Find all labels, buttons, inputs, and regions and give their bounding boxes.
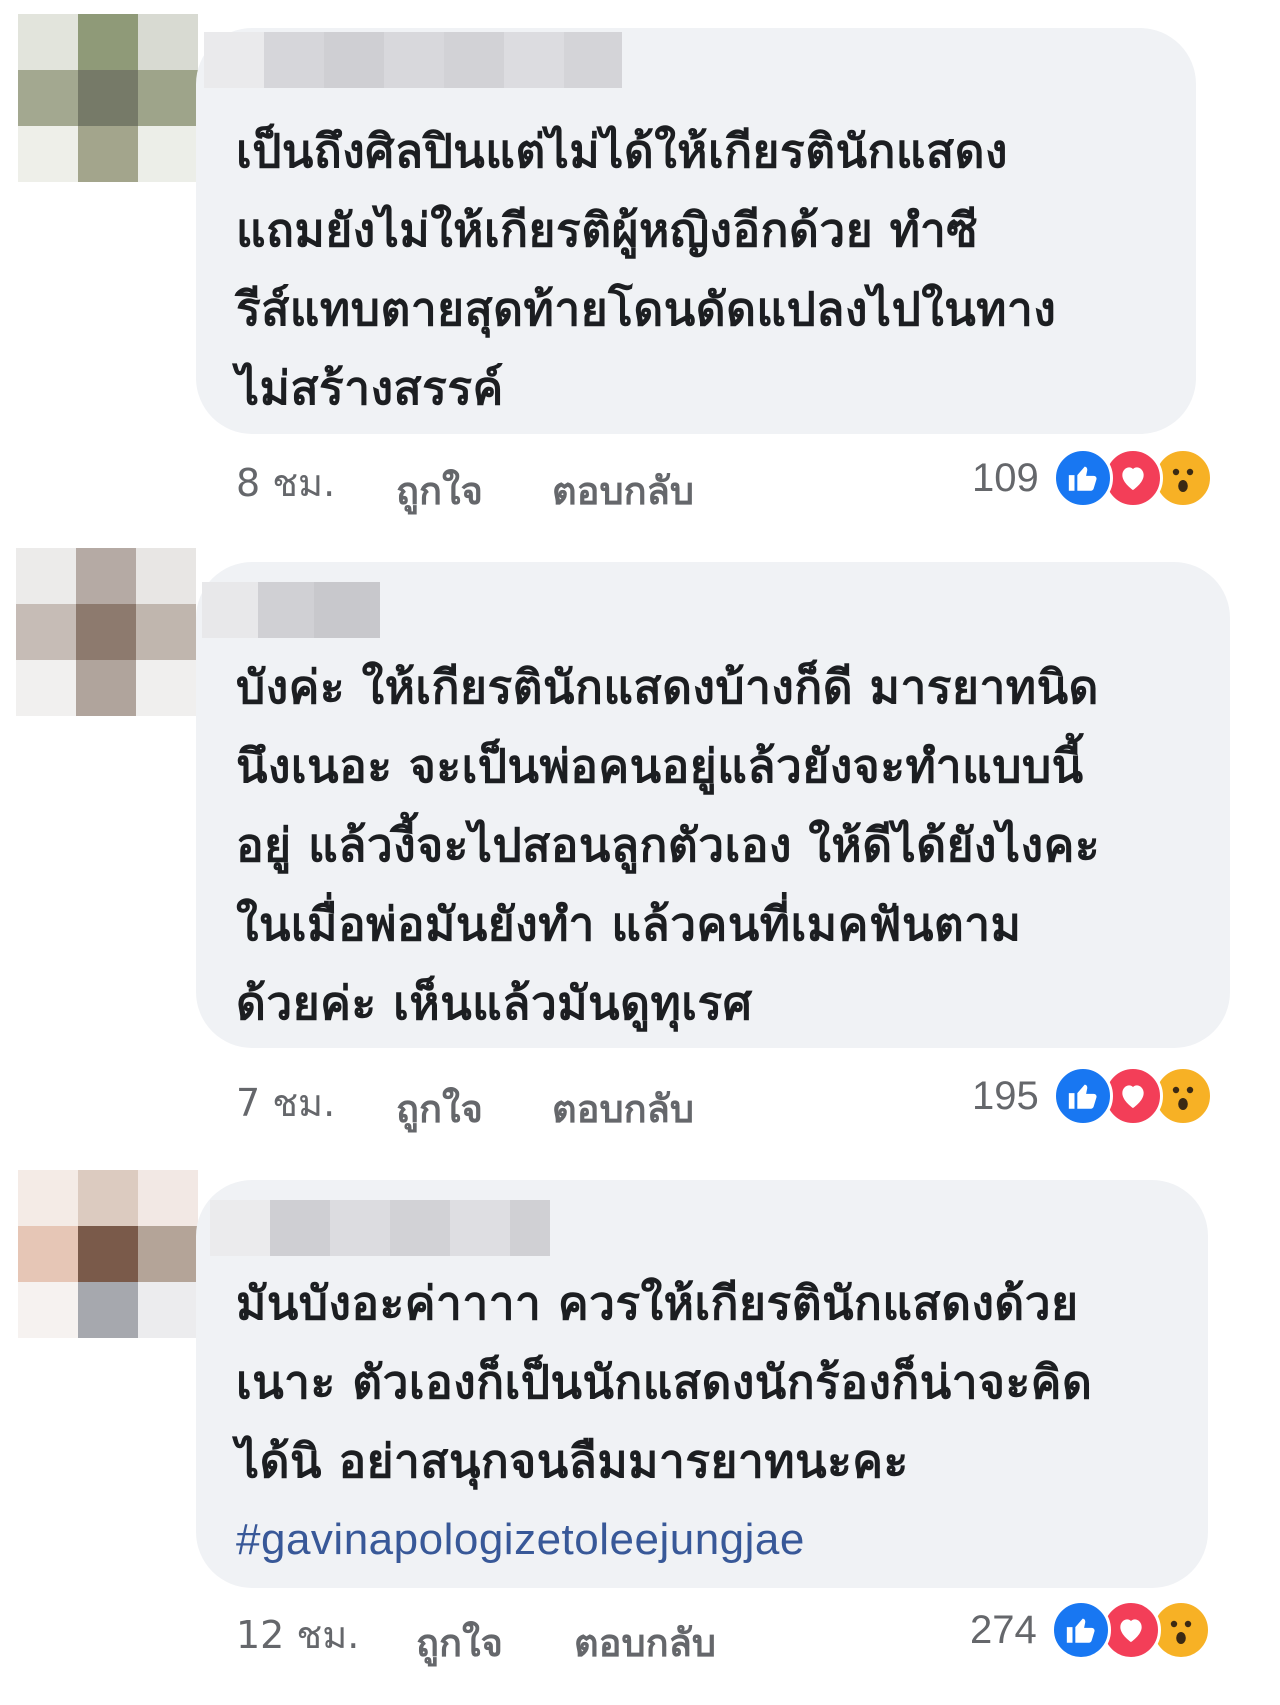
like-button[interactable]: ถูกใจ bbox=[396, 1078, 483, 1139]
reactions-summary[interactable]: 274 bbox=[970, 1600, 1211, 1660]
comment-timestamp[interactable]: 8 ชม. bbox=[236, 452, 335, 513]
avatar[interactable] bbox=[18, 1170, 198, 1338]
like-icon bbox=[1052, 448, 1113, 508]
reply-button[interactable]: ตอบกลับ bbox=[552, 1078, 694, 1139]
comment-text: มันบังอะค่าาาา ควรให้เกียรตินักแสดงด้วย … bbox=[236, 1276, 1093, 1488]
hashtag-link[interactable]: #gavinapologizetoleejungjae bbox=[236, 1500, 805, 1579]
comment-timestamp[interactable]: 7 ชม. bbox=[236, 1072, 335, 1133]
reply-button[interactable]: ตอบกลับ bbox=[552, 460, 694, 521]
commenter-name[interactable] bbox=[210, 1200, 550, 1256]
reaction-count: 195 bbox=[972, 1073, 1039, 1118]
like-button[interactable]: ถูกใจ bbox=[416, 1612, 503, 1673]
commenter-name[interactable] bbox=[202, 582, 380, 638]
reactions-summary[interactable]: 195 bbox=[972, 1066, 1213, 1126]
comment-text: บังค่ะ ให้เกียรตินักแสดงบ้างก็ดี มารยาทน… bbox=[236, 660, 1101, 1030]
reaction-count: 274 bbox=[970, 1607, 1037, 1652]
commenter-name[interactable] bbox=[204, 32, 622, 88]
reply-button[interactable]: ตอบกลับ bbox=[574, 1612, 716, 1673]
comment-text: เป็นถึงศิลปินแต่ไม่ได้ให้เกียรตินักแสดง … bbox=[236, 124, 1057, 415]
like-icon bbox=[1050, 1600, 1111, 1660]
like-icon bbox=[1052, 1066, 1113, 1126]
comment-timestamp[interactable]: 12 ชม. bbox=[236, 1604, 359, 1665]
avatar[interactable] bbox=[18, 14, 198, 182]
like-button[interactable]: ถูกใจ bbox=[396, 460, 483, 521]
reaction-count: 109 bbox=[972, 455, 1039, 500]
avatar[interactable] bbox=[16, 548, 196, 716]
reactions-summary[interactable]: 109 bbox=[972, 448, 1213, 508]
